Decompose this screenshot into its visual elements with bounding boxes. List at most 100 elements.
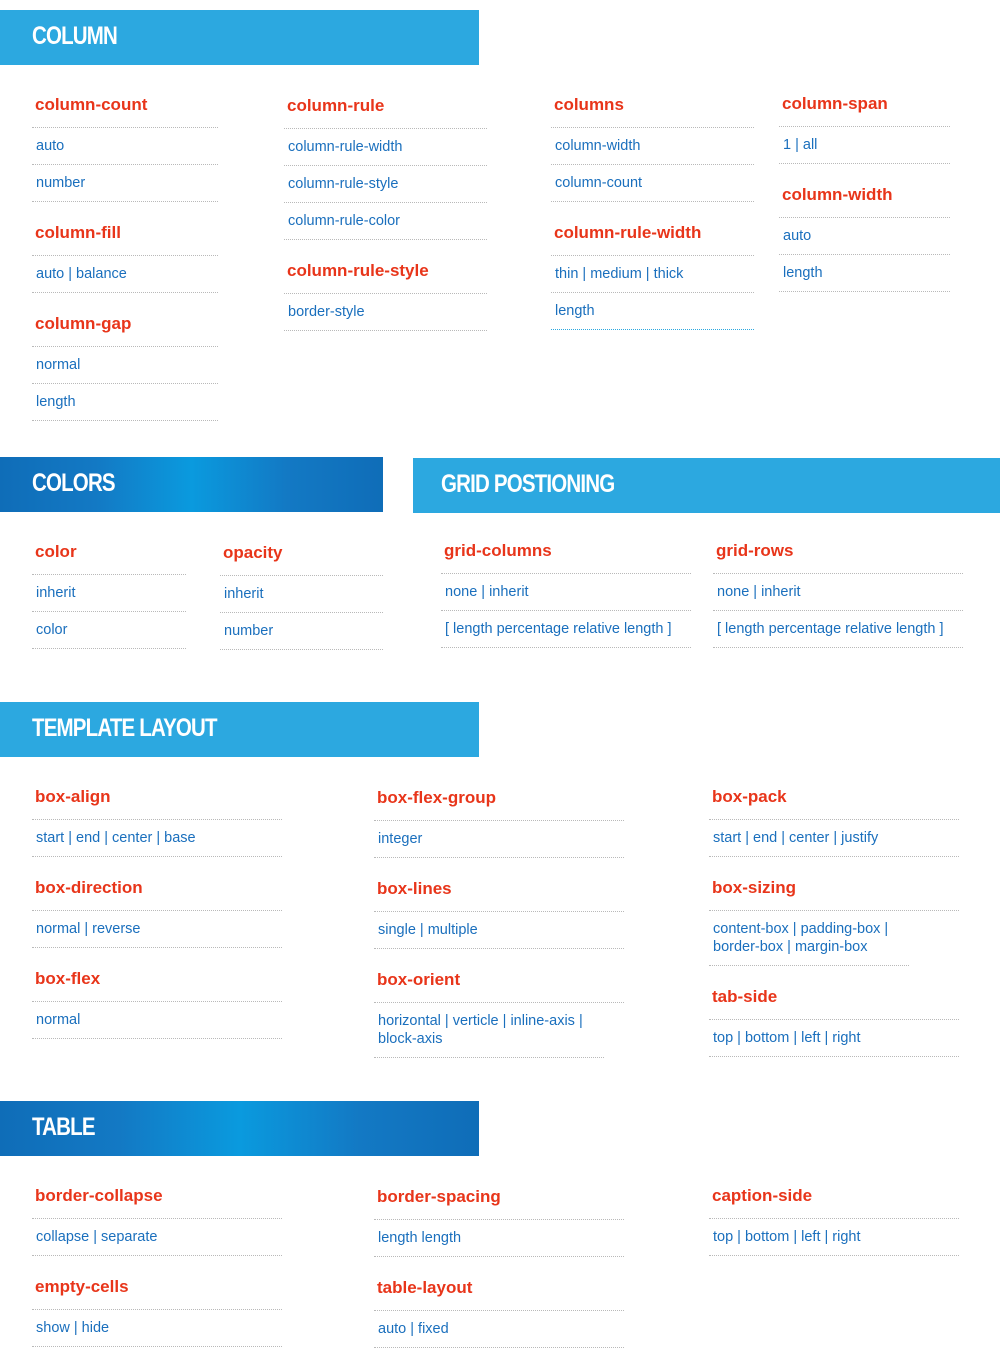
property-name: column-rule: [284, 91, 487, 129]
property-value: show | hide: [32, 1310, 282, 1347]
property-name: tab-side: [709, 982, 959, 1020]
property-name: border-collapse: [32, 1181, 282, 1219]
property-name: grid-columns: [441, 536, 691, 574]
property-value: length: [32, 384, 218, 421]
property-value: collapse | separate: [32, 1219, 282, 1256]
property-name: column-rule-width: [551, 218, 754, 256]
property-value: horizontal | verticle | inline-axis | bl…: [374, 1003, 604, 1058]
property-value: top | bottom | left | right: [709, 1020, 959, 1057]
column-group-4: column-span 1 | all column-width auto length: [779, 89, 950, 308]
property-block: column-rule-width thin | medium | thick le…: [551, 218, 754, 330]
property-value: length length: [374, 1220, 624, 1257]
property-value: column-rule-style: [284, 166, 487, 203]
property-block: columns column-width column-count: [551, 90, 754, 202]
section-header-colors: COLORS: [0, 457, 383, 512]
property-name: table-layout: [374, 1273, 624, 1311]
table-group-1: border-collapse collapse | separate empty-…: [32, 1181, 282, 1363]
property-block: column-fill auto | balance: [32, 218, 218, 293]
template-group-3: box-pack start | end | center | justify bo…: [709, 782, 959, 1073]
property-name: box-orient: [374, 965, 624, 1003]
property-block: box-align start | end | center | base: [32, 782, 282, 857]
property-value: column-rule-color: [284, 203, 487, 240]
property-value: start | end | center | justify: [709, 820, 959, 857]
section-title: GRID POSTIONING: [441, 470, 615, 498]
property-value: border-style: [284, 294, 487, 331]
property-value: normal: [32, 347, 218, 384]
table-group-2: border-spacing length length table-layout a…: [374, 1182, 624, 1364]
section-title: COLORS: [32, 469, 116, 497]
property-block: table-layout auto | fixed: [374, 1273, 624, 1348]
property-value: inherit: [220, 576, 383, 613]
property-block: box-lines single | multiple: [374, 874, 624, 949]
column-group-3: columns column-width column-count column-ru…: [551, 90, 754, 346]
property-name: box-align: [32, 782, 282, 820]
property-value: [ length percentage relative length ]: [713, 611, 963, 648]
property-block: column-count auto number: [32, 90, 218, 202]
property-block: tab-side top | bottom | left | right: [709, 982, 959, 1057]
property-value: auto: [779, 218, 950, 255]
property-block: column-gap normal length: [32, 309, 218, 421]
property-name: column-count: [32, 90, 218, 128]
section-header-grid: GRID POSTIONING: [413, 458, 1000, 513]
property-name: column-rule-style: [284, 256, 487, 294]
section-title: TEMPLATE LAYOUT: [32, 714, 218, 742]
property-value: column-count: [551, 165, 754, 202]
property-name: column-gap: [32, 309, 218, 347]
property-name: box-flex: [32, 964, 282, 1002]
property-name: caption-side: [709, 1181, 959, 1219]
property-value: number: [32, 165, 218, 202]
property-name: grid-rows: [713, 536, 963, 574]
section-header-table: TABLE: [0, 1101, 479, 1156]
property-value: start | end | center | base: [32, 820, 282, 857]
property-block: column-span 1 | all: [779, 89, 950, 164]
column-group-1: column-count auto number column-fill auto | …: [32, 90, 218, 437]
property-value: single | multiple: [374, 912, 624, 949]
section-header-template-layout: TEMPLATE LAYOUT: [0, 702, 479, 757]
property-block: grid-rows none | inherit[ length percenta…: [713, 536, 963, 648]
grid-group-1: grid-columns none | inherit[ length perce…: [441, 536, 691, 664]
property-name: box-flex-group: [374, 783, 624, 821]
property-block: caption-side top | bottom | left | right: [709, 1181, 959, 1256]
property-value: length: [551, 293, 754, 330]
grid-group-2: grid-rows none | inherit[ length percenta…: [713, 536, 963, 664]
property-name: empty-cells: [32, 1272, 282, 1310]
property-block: box-sizing content-box | padding-box | bo…: [709, 873, 959, 966]
property-value: 1 | all: [779, 127, 950, 164]
property-value: auto | balance: [32, 256, 218, 293]
template-group-1: box-align start | end | center | base box-…: [32, 782, 282, 1055]
section-header-column: COLUMN: [0, 10, 479, 65]
property-block: opacity inherit number: [220, 538, 383, 650]
section-title: TABLE: [32, 1113, 96, 1141]
property-value: none | inherit: [713, 574, 963, 611]
property-name: column-span: [779, 89, 950, 127]
property-value: auto | fixed: [374, 1311, 624, 1348]
property-name: box-sizing: [709, 873, 959, 911]
property-value: [ length percentage relative length ]: [441, 611, 691, 648]
property-block: empty-cells show | hide: [32, 1272, 282, 1347]
property-name: color: [32, 537, 186, 575]
property-value: color: [32, 612, 186, 649]
property-block: box-direction normal | reverse: [32, 873, 282, 948]
property-value: top | bottom | left | right: [709, 1219, 959, 1256]
section-title: COLUMN: [32, 22, 118, 50]
colors-group-2: opacity inherit number: [220, 538, 383, 666]
property-block: border-collapse collapse | separate: [32, 1181, 282, 1256]
property-value: integer: [374, 821, 624, 858]
property-name: border-spacing: [374, 1182, 624, 1220]
property-block: border-spacing length length: [374, 1182, 624, 1257]
property-value: content-box | padding-box | border-box |…: [709, 911, 909, 966]
property-value: column-width: [551, 128, 754, 165]
property-value: column-rule-width: [284, 129, 487, 166]
property-name: opacity: [220, 538, 383, 576]
property-name: column-width: [779, 180, 950, 218]
property-name: columns: [551, 90, 754, 128]
property-block: box-flex normal: [32, 964, 282, 1039]
property-value: number: [220, 613, 383, 650]
property-block: box-orient horizontal | verticle | inline…: [374, 965, 624, 1058]
property-block: color inherit color: [32, 537, 186, 649]
property-block: column-rule-style border-style: [284, 256, 487, 331]
property-value: normal: [32, 1002, 282, 1039]
property-value: none | inherit: [441, 574, 691, 611]
template-group-2: box-flex-group integer box-lines single | m…: [374, 783, 624, 1074]
property-block: column-rule column-rule-width column-rule-…: [284, 91, 487, 240]
